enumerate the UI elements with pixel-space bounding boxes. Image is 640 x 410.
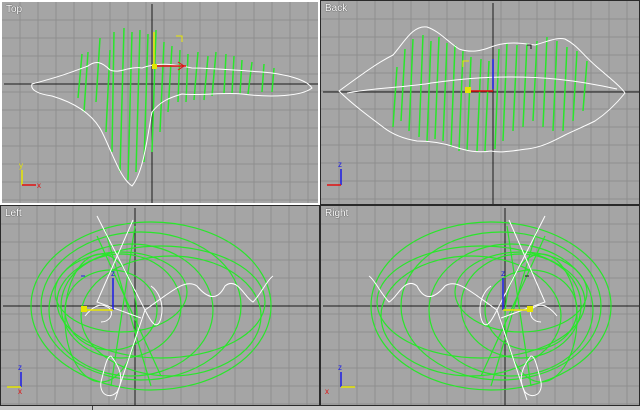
viewport-back[interactable]: z Back bbox=[320, 0, 640, 205]
svg-text:z: z bbox=[338, 160, 342, 169]
green-splines bbox=[392, 34, 588, 152]
svg-text:x: x bbox=[325, 387, 329, 396]
svg-text:y: y bbox=[19, 161, 23, 170]
viewport-right-canvas[interactable]: z z x bbox=[321, 206, 640, 406]
viewport-left-canvas[interactable]: z z x bbox=[1, 206, 320, 406]
viewport-right[interactable]: z z x Right bbox=[320, 205, 640, 406]
grid-back bbox=[321, 1, 639, 204]
status-divider bbox=[92, 406, 93, 410]
viewport-layout: y x Top z Back z z x Left z z x Right bbox=[0, 0, 640, 410]
green-splines bbox=[77, 27, 275, 181]
viewport-top-canvas[interactable]: y x bbox=[2, 2, 320, 205]
svg-text:z: z bbox=[111, 269, 115, 278]
svg-text:z: z bbox=[501, 269, 505, 278]
viewport-left[interactable]: z z x Left bbox=[0, 205, 320, 406]
svg-text:z: z bbox=[338, 363, 342, 372]
viewport-label-top[interactable]: Top bbox=[6, 4, 22, 15]
viewport-label-back[interactable]: Back bbox=[325, 3, 347, 14]
viewport-top[interactable]: y x Top bbox=[0, 0, 320, 205]
viewport-back-canvas[interactable]: z bbox=[321, 1, 640, 205]
viewport-label-left[interactable]: Left bbox=[5, 208, 22, 219]
white-outline-spline bbox=[338, 26, 626, 153]
viewport-label-right[interactable]: Right bbox=[325, 208, 348, 219]
svg-text:z: z bbox=[18, 363, 22, 372]
svg-text:x: x bbox=[18, 387, 22, 396]
status-bar bbox=[0, 406, 640, 410]
svg-text:x: x bbox=[37, 181, 41, 190]
